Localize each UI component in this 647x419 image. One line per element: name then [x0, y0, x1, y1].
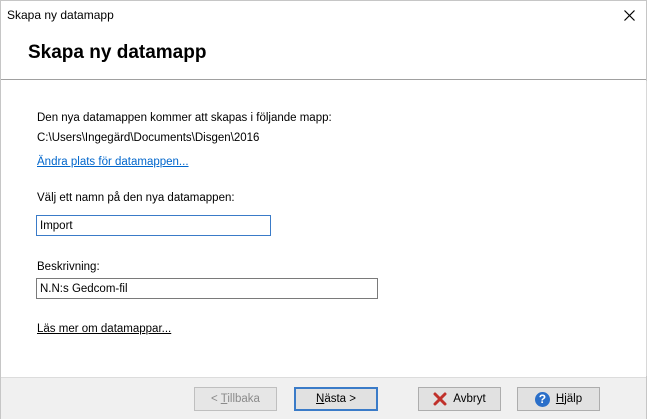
- dialog-window: Skapa ny datamapp Skapa ny datamapp Den …: [0, 0, 647, 419]
- change-location-link[interactable]: Ändra plats för datamappen...: [37, 156, 189, 168]
- next-button[interactable]: Nästa >: [294, 387, 378, 411]
- window-title: Skapa ny datamapp: [7, 8, 114, 22]
- description-input[interactable]: [36, 278, 378, 299]
- help-question-icon: ?: [534, 391, 550, 407]
- folder-name-input[interactable]: [36, 215, 271, 236]
- back-label: illbaka: [227, 393, 260, 405]
- title-bar: Skapa ny datamapp: [1, 1, 646, 29]
- name-label: Välj ett namn på den nya datamappen:: [37, 192, 235, 204]
- back-button[interactable]: < Tillbaka: [194, 387, 277, 411]
- help-button[interactable]: ? Hjälp: [517, 387, 600, 411]
- help-mnemonic: H: [555, 393, 565, 405]
- back-prefix: <: [211, 393, 221, 405]
- description-label: Beskrivning:: [37, 261, 100, 273]
- next-label: ästa >: [324, 393, 356, 405]
- wizard-header: Skapa ny datamapp: [1, 29, 646, 80]
- close-icon: [623, 9, 635, 21]
- cancel-label: Avbryt: [453, 393, 486, 405]
- cancel-button[interactable]: Avbryt: [418, 387, 501, 411]
- button-bar: < Tillbaka Nästa > Avbryt ? Hjälp: [1, 377, 646, 419]
- red-x-icon: [433, 392, 447, 406]
- intro-text: Den nya datamappen kommer att skapas i f…: [37, 112, 332, 124]
- help-label: jälp: [564, 393, 583, 405]
- page-title: Skapa ny datamapp: [28, 42, 207, 63]
- read-more-link[interactable]: Läs mer om datamappar...: [37, 323, 171, 335]
- folder-path: C:\Users\Ingegärd\Documents\Disgen\2016: [37, 132, 260, 144]
- wizard-content: Den nya datamappen kommer att skapas i f…: [1, 81, 647, 376]
- close-button[interactable]: [616, 3, 642, 27]
